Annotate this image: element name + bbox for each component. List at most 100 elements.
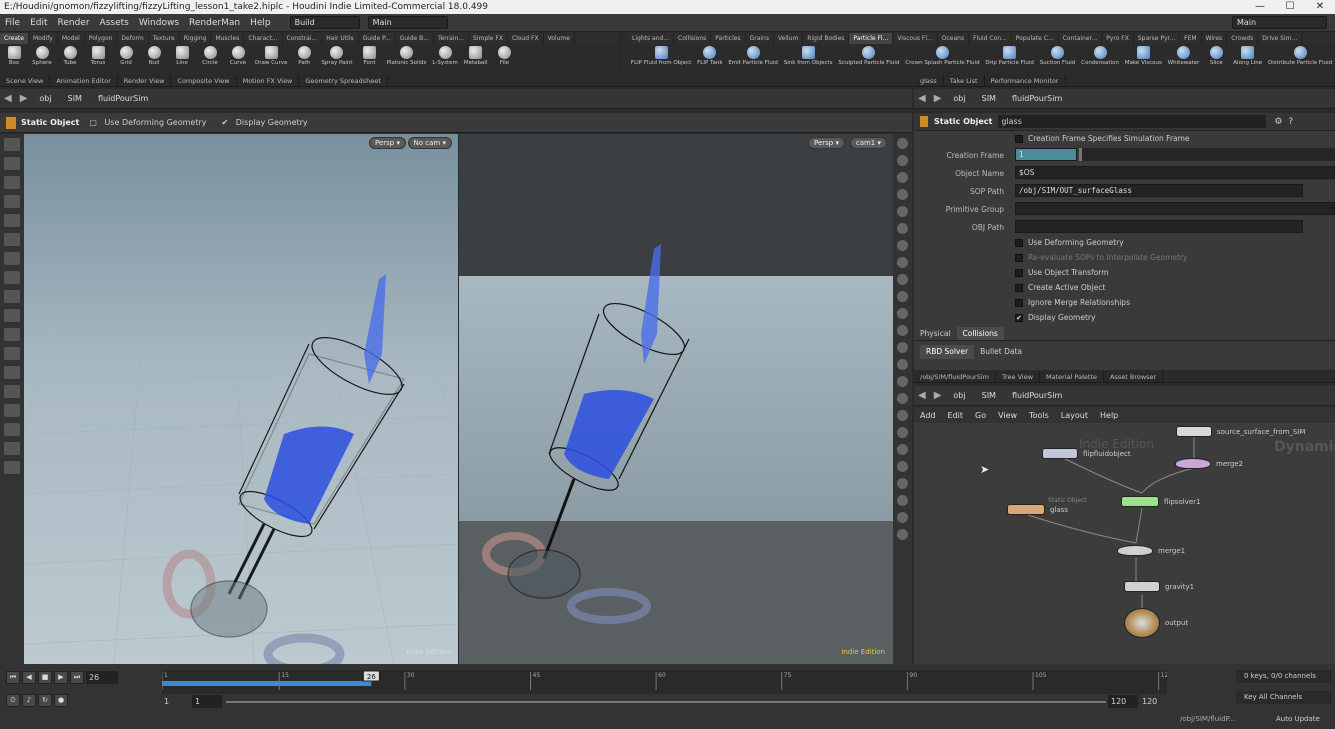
shelf-right-tab-15[interactable]: Wires xyxy=(1202,33,1228,44)
shelf-left-tool-11[interactable]: Spray Paint xyxy=(318,44,355,66)
menu-edit[interactable]: Edit xyxy=(25,18,52,28)
shelf-left-tab-7[interactable]: Muscles xyxy=(211,33,245,44)
shelf-left-tool-10[interactable]: Path xyxy=(290,44,318,66)
key-all-channels-button[interactable]: Key All Channels xyxy=(1236,691,1332,704)
gear-icon[interactable]: ⚙ xyxy=(1274,117,1282,127)
left-tool-4-icon[interactable] xyxy=(4,214,20,227)
shelf-right-tab-1[interactable]: Collisions xyxy=(674,33,712,44)
shelf-right-tool-10[interactable]: Whitewater xyxy=(1165,44,1203,66)
shelf-right-tool-1[interactable]: FLIP Tank xyxy=(694,44,725,66)
net-forward-arrow-icon[interactable]: ▶ xyxy=(930,390,946,401)
display-geo-checkbox[interactable]: ✔ Display Geometry xyxy=(216,118,317,127)
auto-update-dropdown[interactable]: Auto Update xyxy=(1276,715,1320,723)
shelf-left-tool-13[interactable]: Platonic Solids xyxy=(384,44,430,66)
shelf-left-tab-10[interactable]: Hair Utils xyxy=(322,33,359,44)
right-tool-20-icon[interactable] xyxy=(897,478,908,489)
network-editor[interactable]: Indie Edition Dynamics source_surface_fr… xyxy=(914,423,1335,664)
viewport-right[interactable]: Persp ▾ cam1 ▾ Indie Edition xyxy=(459,134,893,664)
shelf-left-tab-12[interactable]: Guide B... xyxy=(396,33,434,44)
shelf-right-tool-8[interactable]: Condensation xyxy=(1078,44,1122,66)
right-persp-button[interactable]: Persp ▾ xyxy=(808,137,845,149)
scene-view-tab-3[interactable]: Composite View xyxy=(171,75,237,86)
audio-icon[interactable]: ♪ xyxy=(22,694,36,707)
path-obj[interactable]: obj xyxy=(31,94,59,103)
shelf-right-tab-4[interactable]: Vellum xyxy=(774,33,804,44)
minimize-button[interactable]: — xyxy=(1245,0,1275,13)
shelf-left-tab-14[interactable]: Simple FX xyxy=(469,33,508,44)
shelf-right-tab-10[interactable]: Populate C... xyxy=(1012,33,1059,44)
left-tool-5-icon[interactable] xyxy=(4,233,20,246)
network-menu-0[interactable]: Add xyxy=(914,411,942,420)
create-active-object-checkbox[interactable]: Create Active Object xyxy=(1015,283,1105,292)
right-tool-0-icon[interactable] xyxy=(897,138,908,149)
shelf-right-tab-3[interactable]: Grains xyxy=(746,33,774,44)
shelf-left-tab-11[interactable]: Guide P... xyxy=(359,33,396,44)
node-output[interactable]: output xyxy=(1124,608,1188,638)
range-slider[interactable] xyxy=(226,701,1106,703)
left-persp-button[interactable]: Persp ▾ xyxy=(369,137,406,149)
shelf-right-tool-11[interactable]: Slice xyxy=(1202,44,1230,66)
shelf-right-tab-16[interactable]: Crowds xyxy=(1227,33,1259,44)
left-tool-16-icon[interactable] xyxy=(4,442,20,455)
shelf-left-tool-15[interactable]: Metaball xyxy=(461,44,491,66)
net-path-node[interactable]: fluidPourSim xyxy=(1004,391,1070,400)
shelf-left-tab-9[interactable]: Constrai... xyxy=(283,33,323,44)
right-tool-21-icon[interactable] xyxy=(897,495,908,506)
shelf-left-tool-8[interactable]: Curve xyxy=(224,44,252,66)
network-menu-6[interactable]: Help xyxy=(1094,411,1124,420)
param-path-obj[interactable]: obj xyxy=(945,94,973,103)
shelf-left-tool-14[interactable]: L-System xyxy=(429,44,460,66)
object-name-field[interactable]: $OS xyxy=(1015,166,1335,179)
left-tool-11-icon[interactable] xyxy=(4,347,20,360)
right-tool-3-icon[interactable] xyxy=(897,189,908,200)
right-tool-8-icon[interactable] xyxy=(897,274,908,285)
network-menu-3[interactable]: View xyxy=(992,411,1023,420)
param-path-node[interactable]: fluidPourSim xyxy=(1004,94,1070,103)
left-cam-button[interactable]: No cam ▾ xyxy=(407,137,452,149)
help-icon[interactable]: ? xyxy=(1288,117,1293,127)
node-gravity1[interactable]: gravity1 xyxy=(1124,581,1194,592)
right-tool-14-icon[interactable] xyxy=(897,376,908,387)
shelf-left-tab-0[interactable]: Create xyxy=(0,33,29,44)
left-tool-15-icon[interactable] xyxy=(4,423,20,436)
shelf-right-tool-13[interactable]: Distribute Particle Fluid xyxy=(1265,44,1335,66)
left-tool-10-icon[interactable] xyxy=(4,328,20,341)
shelf-left-tab-16[interactable]: Volume xyxy=(544,33,575,44)
shelf-right-tab-8[interactable]: Oceans xyxy=(938,33,970,44)
shelf-left-tool-2[interactable]: Tube xyxy=(56,44,84,66)
right-tool-12-icon[interactable] xyxy=(897,342,908,353)
right-tool-16-icon[interactable] xyxy=(897,410,908,421)
menu-renderman[interactable]: RenderMan xyxy=(184,18,245,28)
right-tool-23-icon[interactable] xyxy=(897,529,908,540)
shelf-right-tab-11[interactable]: Container... xyxy=(1059,33,1103,44)
desktop-main-right-dropdown[interactable]: Main xyxy=(1232,16,1327,29)
node-glass[interactable]: glass xyxy=(1007,504,1068,515)
net-back-arrow-icon[interactable]: ◀ xyxy=(914,390,930,401)
primitive-group-field[interactable] xyxy=(1015,202,1335,215)
left-tool-3-icon[interactable] xyxy=(4,195,20,208)
right-tool-13-icon[interactable] xyxy=(897,359,908,370)
scene-view-tab-2[interactable]: Render View xyxy=(118,75,172,86)
left-tool-12-icon[interactable] xyxy=(4,366,20,379)
right-tool-6-icon[interactable] xyxy=(897,240,908,251)
network-tab-0[interactable]: /obj/SIM/fluidPourSim xyxy=(914,371,996,382)
shelf-left-tab-1[interactable]: Modify xyxy=(29,33,58,44)
param-pane-tab-0[interactable]: glass xyxy=(914,75,944,86)
realtime-toggle-icon[interactable]: ⏲ xyxy=(6,694,20,707)
network-menu-1[interactable]: Edit xyxy=(942,411,970,420)
scene-view-tab-5[interactable]: Geometry Spreadsheet xyxy=(299,75,388,86)
shelf-right-tool-2[interactable]: Emit Particle Fluid xyxy=(725,44,780,66)
shelf-right-tool-3[interactable]: Sink from Objects xyxy=(781,44,836,66)
shelf-left-tab-8[interactable]: Charact... xyxy=(244,33,283,44)
left-tool-2-icon[interactable] xyxy=(4,176,20,189)
node-name-field[interactable]: glass xyxy=(998,115,1267,128)
left-tool-14-icon[interactable] xyxy=(4,404,20,417)
menu-windows[interactable]: Windows xyxy=(134,18,184,28)
maximize-button[interactable]: ☐ xyxy=(1275,0,1305,13)
tab-collisions[interactable]: Collisions xyxy=(956,327,1004,340)
left-tool-17-icon[interactable] xyxy=(4,461,20,474)
shelf-right-tool-7[interactable]: Suction Fluid xyxy=(1037,44,1078,66)
network-tab-1[interactable]: Tree View xyxy=(996,371,1041,382)
jump-start-button[interactable]: ⏮ xyxy=(6,671,20,684)
shelf-left-tab-4[interactable]: Deform xyxy=(117,33,149,44)
